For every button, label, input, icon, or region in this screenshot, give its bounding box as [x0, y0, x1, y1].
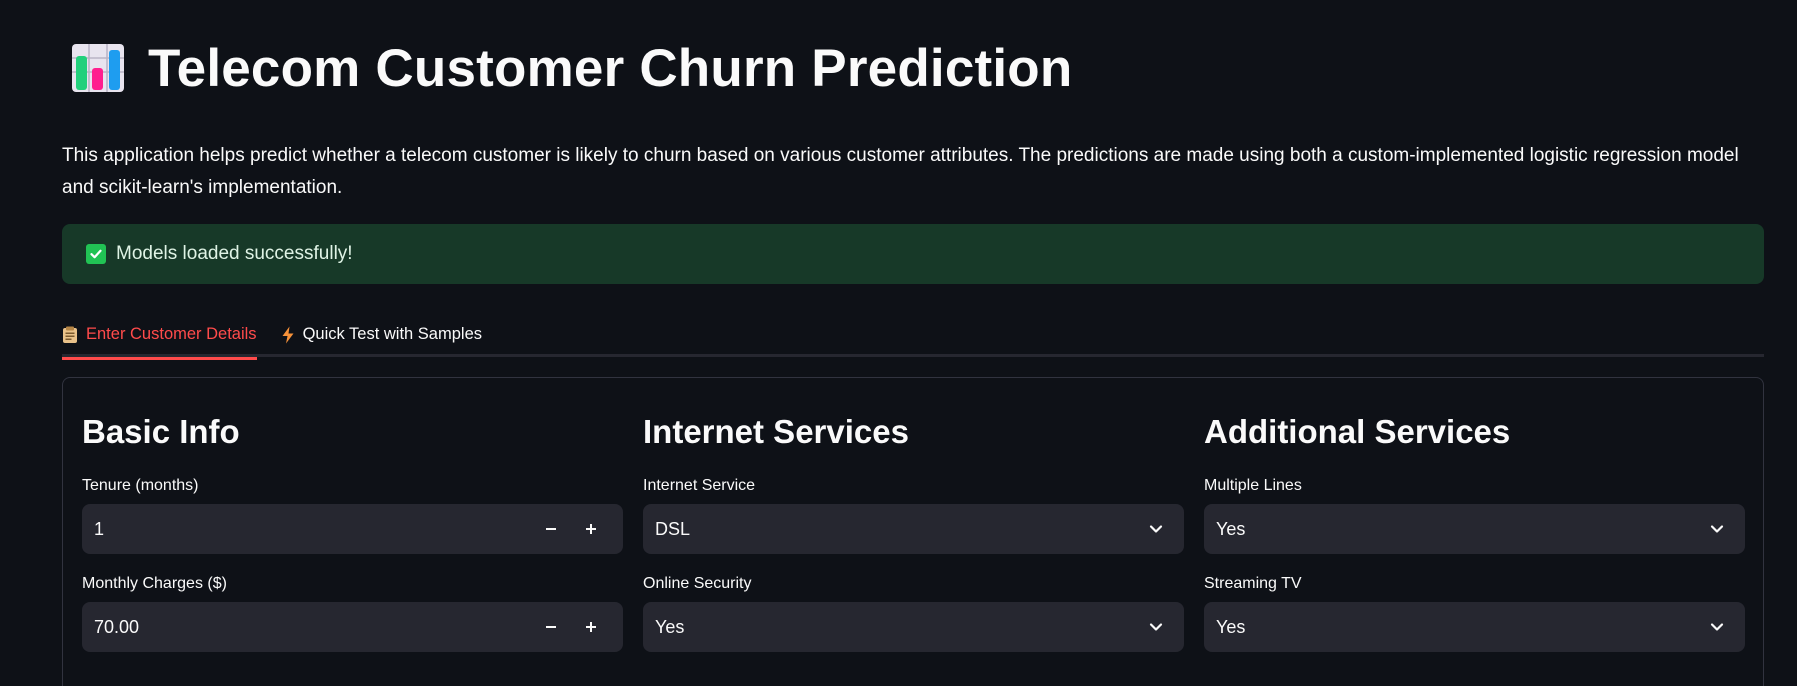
- check-icon: [86, 244, 106, 264]
- internet-services-column: Internet Services Internet Service DSL O…: [643, 408, 1184, 652]
- chevron-down-icon: [1710, 623, 1724, 631]
- lightning-icon: [281, 326, 295, 344]
- decrement-button[interactable]: [531, 602, 571, 652]
- header: Telecom Customer Churn Prediction: [70, 36, 1072, 100]
- internet-service-label: Internet Service: [643, 477, 756, 494]
- online-security-select[interactable]: Yes: [643, 602, 1184, 652]
- tenure-stepper[interactable]: 1: [82, 504, 623, 554]
- internet-service-select[interactable]: DSL: [643, 504, 1184, 554]
- tab-label: Quick Test with Samples: [302, 325, 482, 343]
- section-heading: Internet Services: [643, 413, 909, 450]
- multiple-lines-label: Multiple Lines: [1204, 477, 1302, 494]
- monthly-charges-label: Monthly Charges ($): [82, 575, 227, 592]
- streaming-tv-select[interactable]: Yes: [1204, 602, 1745, 652]
- minus-icon: [546, 626, 556, 628]
- plus-icon: [586, 622, 596, 632]
- customer-form: Basic Info Tenure (months) 1 Monthly Cha…: [62, 377, 1764, 686]
- increment-button[interactable]: [571, 602, 611, 652]
- chevron-down-icon: [1149, 623, 1163, 631]
- selected-value: Yes: [1216, 616, 1246, 637]
- section-heading: Additional Services: [1204, 413, 1511, 450]
- page-title: Telecom Customer Churn Prediction: [148, 38, 1073, 98]
- selected-value: Yes: [655, 616, 685, 637]
- plus-icon: [586, 524, 596, 534]
- decrement-button[interactable]: [531, 504, 571, 554]
- app-description: This application helps predict whether a…: [62, 145, 1739, 198]
- section-heading: Basic Info: [82, 413, 240, 450]
- tenure-label: Tenure (months): [82, 477, 199, 494]
- bar-chart-icon: [72, 44, 124, 92]
- app-page: Telecom Customer Churn Prediction This a…: [0, 0, 1797, 686]
- online-security-label: Online Security: [643, 575, 752, 592]
- success-alert: Models loaded successfully!: [62, 224, 1764, 284]
- selected-value: DSL: [655, 518, 691, 539]
- tab-quick-test-with-samples[interactable]: Quick Test with Samples: [281, 312, 482, 357]
- alert-message: Models loaded successfully!: [116, 243, 353, 264]
- monthly-charges-input[interactable]: 70.00: [94, 617, 531, 638]
- streaming-tv-label: Streaming TV: [1204, 575, 1302, 592]
- minus-icon: [546, 528, 556, 530]
- chevron-down-icon: [1149, 525, 1163, 533]
- increment-button[interactable]: [571, 504, 611, 554]
- basic-info-column: Basic Info Tenure (months) 1 Monthly Cha…: [82, 408, 623, 652]
- tab-bar: Enter Customer Details Quick Test with S…: [62, 312, 1764, 360]
- tab-label: Enter Customer Details: [86, 325, 257, 343]
- tab-enter-customer-details[interactable]: Enter Customer Details: [62, 312, 257, 360]
- monthly-charges-stepper[interactable]: 70.00: [82, 602, 623, 652]
- clipboard-icon: [62, 326, 78, 344]
- tenure-input[interactable]: 1: [94, 519, 531, 540]
- additional-services-column: Additional Services Multiple Lines Yes S…: [1204, 408, 1745, 652]
- selected-value: Yes: [1216, 518, 1246, 539]
- chevron-down-icon: [1710, 525, 1724, 533]
- multiple-lines-select[interactable]: Yes: [1204, 504, 1745, 554]
